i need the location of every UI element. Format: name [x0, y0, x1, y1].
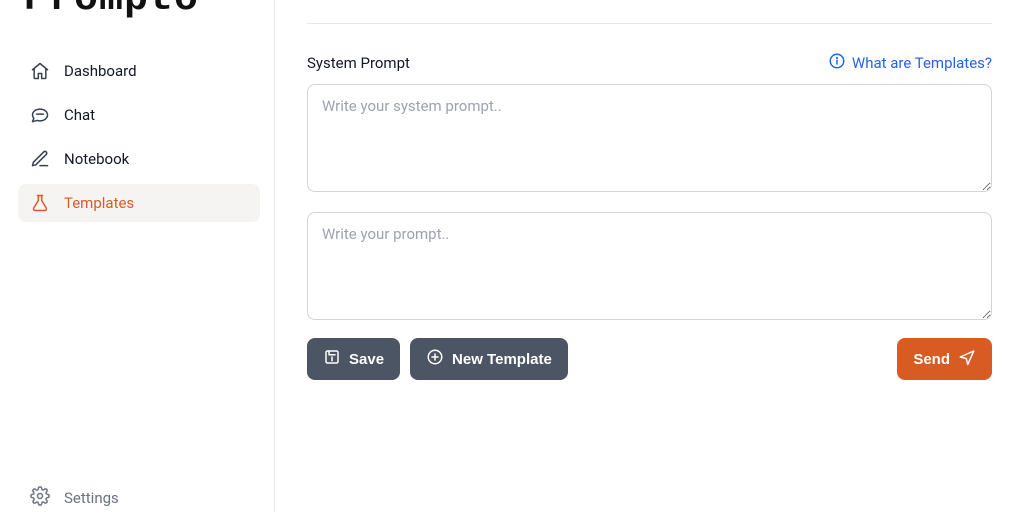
button-row: Save New Template Send — [307, 338, 992, 380]
save-button-label: Save — [349, 351, 384, 368]
save-button[interactable]: Save — [307, 338, 400, 380]
sidebar-item-label: Notebook — [64, 150, 129, 168]
top-divider — [307, 0, 992, 24]
sidebar-item-settings[interactable]: Settings — [18, 476, 260, 520]
sidebar-item-label: Templates — [64, 194, 134, 212]
sidebar-item-templates[interactable]: Templates — [18, 184, 260, 222]
send-icon — [958, 348, 976, 370]
help-link-label: What are Templates? — [852, 54, 992, 72]
sidebar-item-label: Dashboard — [64, 62, 137, 80]
info-icon — [828, 52, 846, 74]
sidebar-item-chat[interactable]: Chat — [18, 96, 260, 134]
sidebar: Prompto Dashboard Chat Notebook — [0, 0, 275, 512]
main-content: System Prompt What are Templates? Save — [275, 0, 1024, 512]
sidebar-item-dashboard[interactable]: Dashboard — [18, 52, 260, 90]
section-header: System Prompt What are Templates? — [307, 52, 992, 74]
send-button[interactable]: Send — [897, 338, 992, 380]
sidebar-item-label: Chat — [64, 106, 95, 124]
new-template-button-label: New Template — [452, 351, 552, 368]
plus-circle-icon — [426, 348, 444, 370]
home-icon — [30, 61, 50, 81]
flask-icon — [30, 193, 50, 213]
sidebar-nav: Dashboard Chat Notebook Templates — [18, 52, 260, 222]
new-template-button[interactable]: New Template — [410, 338, 568, 380]
gear-icon — [30, 486, 50, 510]
send-button-label: Send — [913, 351, 950, 368]
user-prompt-input[interactable] — [307, 212, 992, 320]
system-prompt-input[interactable] — [307, 84, 992, 192]
pencil-icon — [30, 149, 50, 169]
save-icon — [323, 348, 341, 370]
system-prompt-label: System Prompt — [307, 54, 410, 72]
help-link-templates[interactable]: What are Templates? — [828, 52, 992, 74]
sidebar-item-label: Settings — [64, 489, 119, 507]
brand-logo: Prompto — [18, 0, 260, 24]
sidebar-item-notebook[interactable]: Notebook — [18, 140, 260, 178]
chat-icon — [30, 105, 50, 125]
